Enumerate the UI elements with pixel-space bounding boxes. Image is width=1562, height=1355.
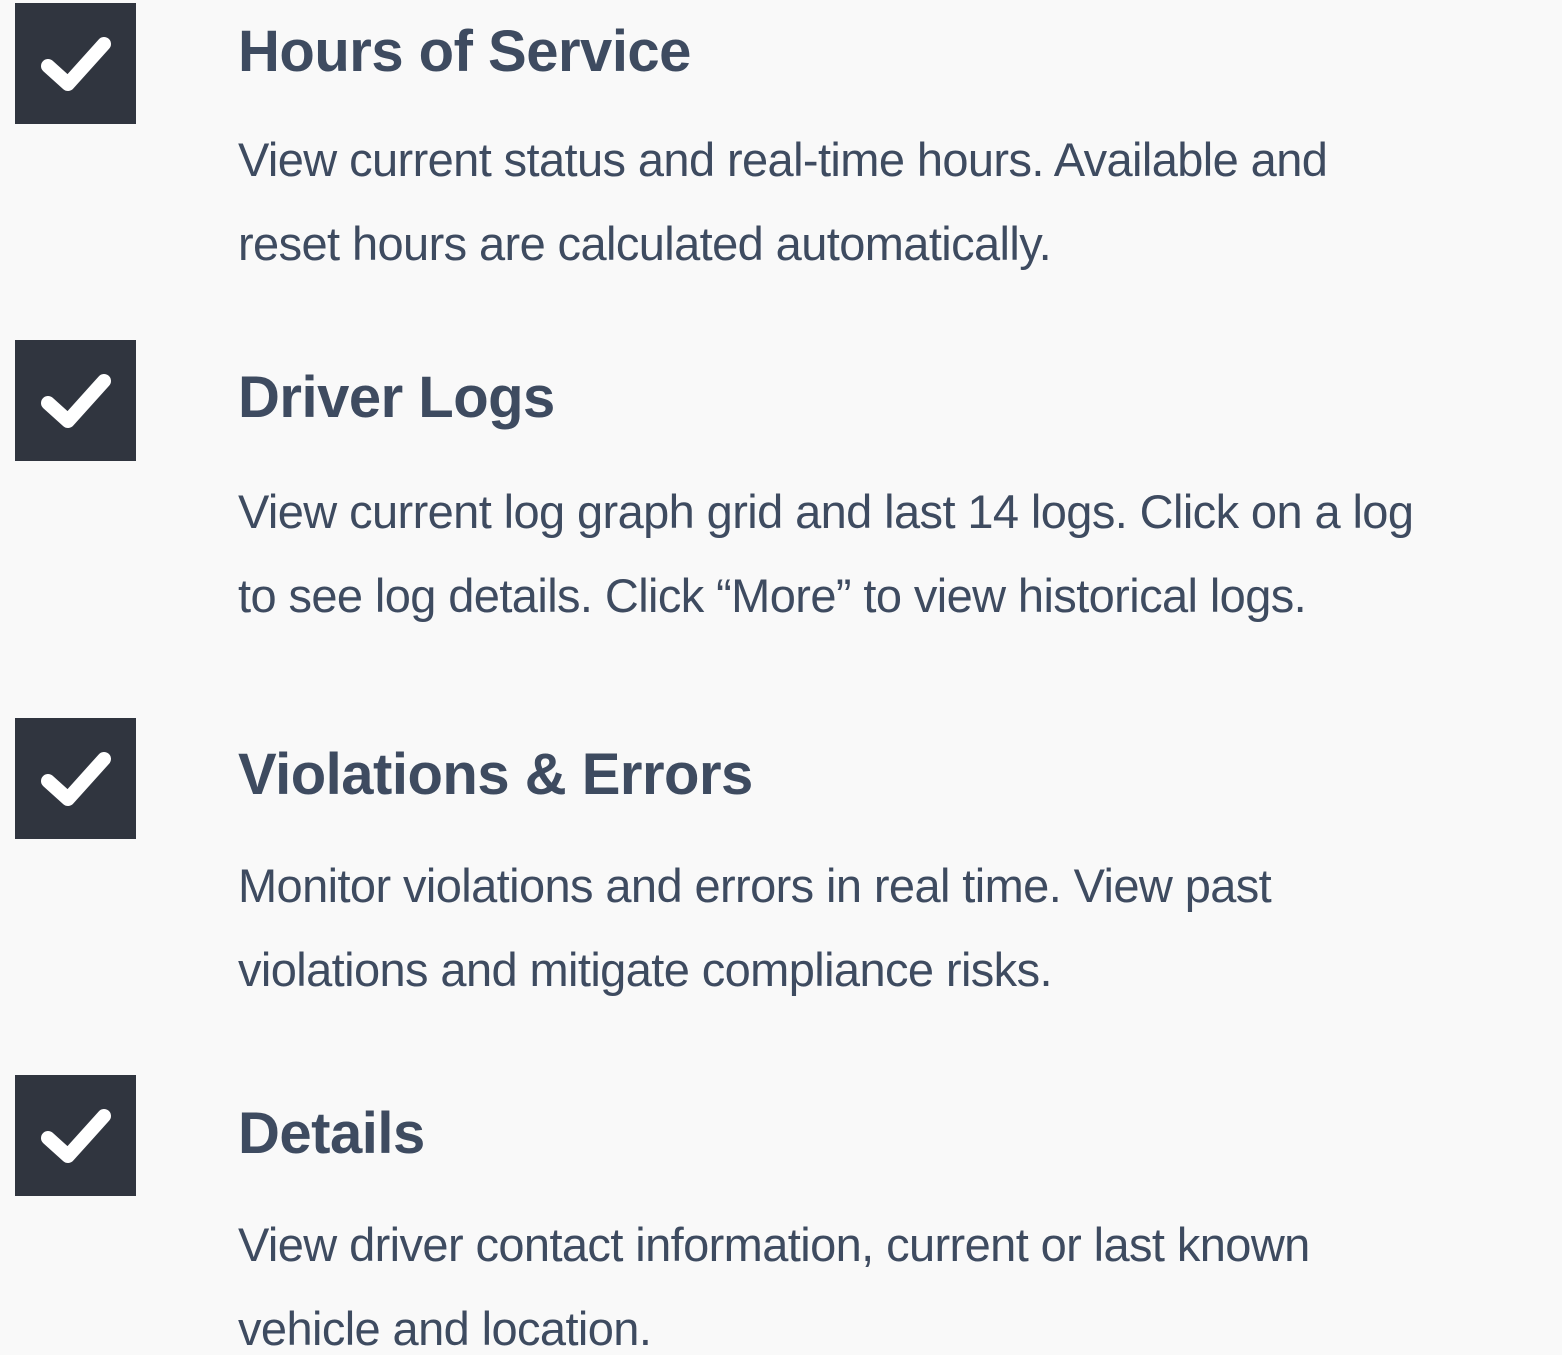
feature-title: Hours of Service — [238, 19, 691, 84]
feature-description: View current log graph grid and last 14 … — [238, 470, 1558, 638]
feature-title: Details — [238, 1101, 425, 1166]
checkmark-icon — [40, 1108, 111, 1163]
checkmark-icon — [40, 751, 111, 806]
feature-description-line: reset hours are calculated automatically… — [238, 217, 1052, 270]
checkbox-checked — [15, 3, 136, 124]
checkmark-icon — [40, 373, 111, 428]
checkmark-icon — [40, 36, 111, 91]
feature-description-line: View current log graph grid and last 14 … — [238, 485, 1414, 538]
feature-description-line: Monitor violations and errors in real ti… — [238, 859, 1272, 912]
feature-description: View driver contact information, current… — [238, 1203, 1558, 1355]
feature-list-page: { "features": [ { "icon": "checkmark-ico… — [0, 0, 1562, 1355]
checkbox-checked — [15, 1075, 136, 1196]
feature-description-line: vehicle and location. — [238, 1302, 652, 1355]
feature-description-line: violations and mitigate compliance risks… — [238, 943, 1053, 996]
checkbox-checked — [15, 340, 136, 461]
feature-title: Driver Logs — [238, 365, 555, 430]
feature-description: Monitor violations and errors in real ti… — [238, 844, 1558, 1012]
checkbox-checked — [15, 718, 136, 839]
feature-title: Violations & Errors — [238, 742, 753, 807]
feature-description: View current status and real-time hours.… — [238, 118, 1558, 286]
feature-description-line: View current status and real-time hours.… — [238, 133, 1328, 186]
feature-description-line: View driver contact information, current… — [238, 1218, 1310, 1271]
feature-description-line: to see log details. Click “More” to view… — [238, 569, 1307, 622]
